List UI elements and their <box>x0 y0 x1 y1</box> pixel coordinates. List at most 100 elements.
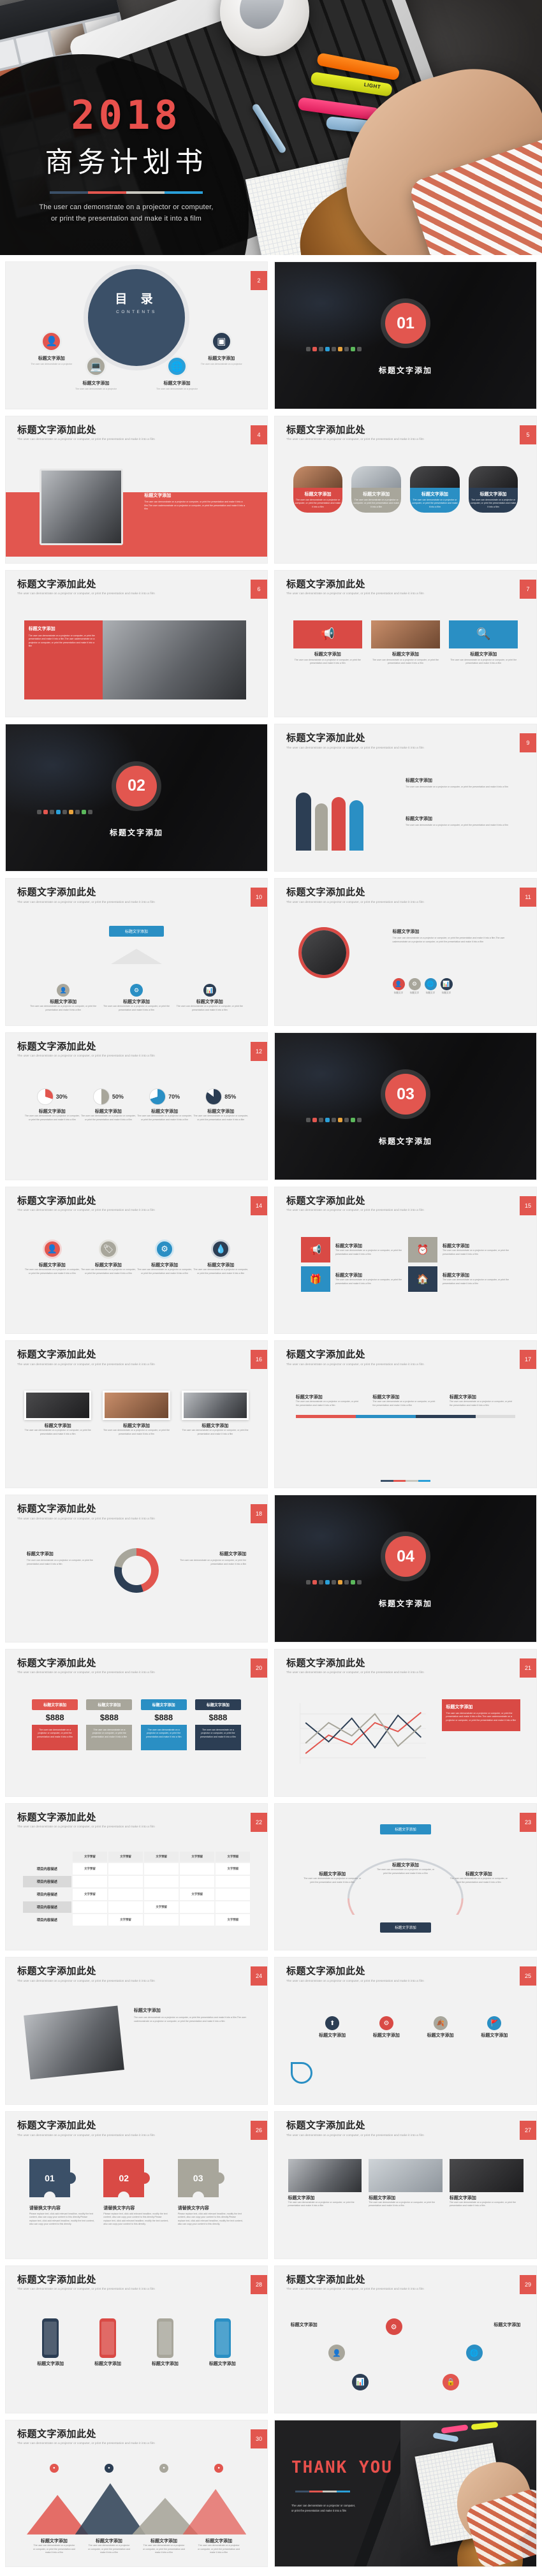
slide-four-circle-icons[interactable]: 14 标题文字添加此处 The user can demonstrate on … <box>5 1186 268 1335</box>
pricing-plan-4[interactable]: 标题文字添加 $888 The user can demonstrate on … <box>194 1699 242 1750</box>
phone-item-1[interactable]: 标题文字添加 <box>37 2318 64 2367</box>
contents-item-2[interactable]: ▣ 标题文字添加 The user can demonstrate on a p… <box>196 330 246 366</box>
arrow-item-2[interactable]: ⚙ 标题文字添加 The user can demonstrate on a p… <box>100 984 173 1012</box>
circle-icon-item-3[interactable]: ⚙ 标题文字添加 The user can demonstrate on a p… <box>136 1240 193 1275</box>
table-cell: 文字预留 <box>180 1889 215 1901</box>
puzzle-item-2[interactable]: 02 请替换文字内容 Please replace text, click ad… <box>103 2158 169 2227</box>
icon-chip-1[interactable]: 👤 标题文字 <box>392 978 405 995</box>
tag-item-1[interactable]: 标题文字添加 The user can demonstrate on a pro… <box>293 465 343 513</box>
slide-page-badge: 22 <box>251 1812 267 1832</box>
plan-price: $888 <box>209 1712 228 1722</box>
table-cell <box>144 1889 179 1901</box>
contents-item-3[interactable]: 💻 标题文字添加 The user can demonstrate on a p… <box>71 356 121 391</box>
lock-icon: 🔒 <box>442 2373 459 2390</box>
slide-thank-you[interactable]: THANK YOU The user can demonstrate on a … <box>274 2419 537 2568</box>
arrow-item-1[interactable]: 👤 标题文字添加 The user can demonstrate on a p… <box>27 984 100 1012</box>
slide-progress-bars[interactable]: 17 标题文字添加此处 The user can demonstrate on … <box>274 1340 537 1488</box>
slide-four-tags[interactable]: 5 标题文字添加此处 The user can demonstrate on a… <box>274 415 537 564</box>
cycle-item-left[interactable]: 标题文字添加 The user can demonstrate on a pro… <box>304 1871 361 1884</box>
slide-contents[interactable]: 2 目 录 CONTENTS 👤 标题文字添加 The user can dem… <box>5 261 268 409</box>
photo-col-3[interactable]: 标题文字添加 The user can demonstrate on a pro… <box>449 2158 524 2208</box>
cycle-item-center[interactable]: 标题文字添加 The user can demonstrate on a pro… <box>377 1862 434 1875</box>
section-caption: 标题文字添加 <box>378 1136 432 1146</box>
puzzle-item-3[interactable]: 03 请替换文字内容 Please replace text, click ad… <box>177 2158 244 2227</box>
phone-item-4[interactable]: 标题文字添加 <box>209 2318 236 2367</box>
gear-icon: ⚙ <box>129 984 143 997</box>
phone-item-3[interactable]: 标题文字添加 <box>152 2318 179 2367</box>
slide-people[interactable]: 9 标题文字添加此处 The user can demonstrate on a… <box>274 724 537 872</box>
slide-photo-trio[interactable]: 16 标题文字添加此处 The user can demonstrate on … <box>5 1340 268 1488</box>
section-caption: 标题文字添加 <box>378 1599 432 1608</box>
slide-circle-icons-5[interactable]: 29 标题文字添加此处 The user can demonstrate on … <box>274 2265 537 2413</box>
arrow-item-3[interactable]: 📊 标题文字添加 The user can demonstrate on a p… <box>173 984 246 1012</box>
contents-item-4[interactable]: 🌐 标题文字添加 The user can demonstrate on a p… <box>152 356 202 391</box>
slide-percent[interactable]: 12 标题文字添加此处 The user can demonstrate on … <box>5 1032 268 1180</box>
pricing-plan-2[interactable]: 标题文字添加 $888 The user can demonstrate on … <box>86 1699 133 1750</box>
tree-node-2[interactable]: ⚙ 标题文字添加 <box>365 2016 407 2038</box>
tree-node-3[interactable]: 🍂 标题文字添加 <box>420 2016 462 2038</box>
slide-devices-text[interactable]: 24 标题文字添加此处 The user can demonstrate on … <box>5 1957 268 2105</box>
photo-item-1[interactable]: 📢 标题文字添加 The user can demonstrate on a p… <box>293 620 362 666</box>
pricing-plan-1[interactable]: 标题文字添加 $888 The user can demonstrate on … <box>32 1699 78 1750</box>
slide-section-04[interactable]: 04 标题文字添加 <box>274 1495 537 1643</box>
icon-chip-4[interactable]: 📊 标题文字 <box>440 978 453 995</box>
section-number: 04 <box>385 1536 426 1577</box>
tag-item-2[interactable]: 标题文字添加 The user can demonstrate on a pro… <box>351 465 401 513</box>
tag-item-4[interactable]: 标题文字添加 The user can demonstrate on a pro… <box>468 465 518 513</box>
col-header: 文字预留 <box>72 1852 107 1862</box>
photo-trio-2[interactable]: 标题文字添加 The user can demonstrate on a pro… <box>103 1391 170 1436</box>
percent-value: 30% <box>55 1094 68 1101</box>
photo-item-2[interactable]: 标题文字添加 The user can demonstrate on a pro… <box>370 620 441 666</box>
slide-mountains[interactable]: 30 标题文字添加此处 The user can demonstrate on … <box>5 2419 268 2568</box>
cycle-item-right[interactable]: 标题文字添加 The user can demonstrate on a pro… <box>450 1871 508 1884</box>
photo-col-2[interactable]: 标题文字添加 The user can demonstrate on a pro… <box>369 2158 443 2208</box>
slide-section-03[interactable]: 03 标题文字添加 <box>274 1032 537 1180</box>
slide-section-01[interactable]: 01 标题文字添加 <box>274 261 537 409</box>
slide-cycle[interactable]: 23 标题文字添加 标题文字添加 The user can demonstrat… <box>274 1803 537 1951</box>
tree-node-4[interactable]: 🚩 标题文字添加 <box>474 2016 516 2038</box>
circle-icon-item-2[interactable]: 🏷 标题文字添加 The user can demonstrate on a p… <box>80 1240 136 1275</box>
slide-photo-red-box[interactable]: 6 标题文字添加此处 The user can demonstrate on a… <box>5 569 268 718</box>
pie-30 <box>36 1088 54 1106</box>
phone-item-2[interactable]: 标题文字添加 <box>94 2318 121 2367</box>
circle-icon-item-4[interactable]: 💧 标题文字添加 The user can demonstrate on a p… <box>193 1240 249 1275</box>
icon-chip-2[interactable]: ⚙ 标题文字 <box>408 978 421 995</box>
slide-arrow-up[interactable]: 10 标题文字添加此处 The user can demonstrate on … <box>5 878 268 1026</box>
megaphone-icon: 📢 <box>301 1236 330 1262</box>
slide-page-badge: 18 <box>251 1504 267 1523</box>
puzzle-row: 01 请替换文字内容 Please replace text, click ad… <box>29 2158 244 2227</box>
photo-item-3[interactable]: 🔍 标题文字添加 The user can demonstrate on a p… <box>449 620 518 666</box>
puzzle-item-1[interactable]: 01 请替换文字内容 Please replace text, click ad… <box>29 2158 95 2227</box>
slide-pricing[interactable]: 20 标题文字添加此处 The user can demonstrate on … <box>5 1648 268 1797</box>
slide-line-chart[interactable]: 21 标题文字添加此处 The user can demonstrate on … <box>274 1648 537 1797</box>
donut-text-right: 标题文字添加 The user can demonstrate on a pro… <box>180 1552 247 1565</box>
slide-laptop-red[interactable]: 4 标题文字添加此处 The user can demonstrate on a… <box>5 415 268 564</box>
cycle-top-label: 标题文字添加 <box>380 1824 431 1834</box>
slide-photo-three-col[interactable]: 27 标题文字添加此处 The user can demonstrate on … <box>274 2111 537 2259</box>
contents-item-1[interactable]: 👤 标题文字添加 The user can demonstrate on a p… <box>27 330 77 366</box>
tag-item-3[interactable]: 标题文字添加 The user can demonstrate on a pro… <box>410 465 460 513</box>
plan-price: $888 <box>154 1712 173 1722</box>
slide-title: 标题文字添加此处 <box>17 1349 97 1361</box>
photo-trio-1[interactable]: 标题文字添加 The user can demonstrate on a pro… <box>24 1391 92 1436</box>
photo-col-1[interactable]: 标题文字添加 The user can demonstrate on a pro… <box>288 2158 362 2208</box>
slide-section-02[interactable]: 02 标题文字添加 <box>5 724 268 872</box>
slide-phones[interactable]: 28 标题文字添加此处 The user can demonstrate on … <box>5 2265 268 2413</box>
circle-icon-item-1[interactable]: 👤 标题文字添加 The user can demonstrate on a p… <box>24 1240 80 1275</box>
slide-icon-squares[interactable]: 15 标题文字添加此处 The user can demonstrate on … <box>274 1186 537 1335</box>
plan-body: The user can demonstrate on a projector … <box>140 1724 187 1750</box>
slide-puzzle[interactable]: 26 标题文字添加此处 The user can demonstrate on … <box>5 2111 268 2259</box>
slide-table[interactable]: 22 标题文字添加此处 The user can demonstrate on … <box>5 1803 268 1951</box>
cover-slide[interactable]: LIGHT 2018 商务计划书 The user can demonstrat… <box>0 0 542 255</box>
slide-circle-photo[interactable]: 11 标题文字添加此处 The user can demonstrate on … <box>274 878 537 1026</box>
slide-tree[interactable]: 25 标题文字添加此处 The user can demonstrate on … <box>274 1957 537 2105</box>
pricing-plan-3[interactable]: 标题文字添加 $888 The user can demonstrate on … <box>140 1699 187 1750</box>
photo-trio-3[interactable]: 标题文字添加 The user can demonstrate on a pro… <box>181 1391 249 1436</box>
tree-node-1[interactable]: ⬆ 标题文字添加 <box>311 2016 353 2038</box>
table-cell: 文字预留 <box>216 1914 251 1926</box>
slide-three-photo[interactable]: 7 标题文字添加此处 The user can demonstrate on a… <box>274 569 537 718</box>
table-cell <box>108 1901 143 1914</box>
icon-chip-3[interactable]: 🌐 标题文字 <box>424 978 437 995</box>
gear-icon: ⚙ <box>155 1240 175 1259</box>
slide-donut[interactable]: 18 标题文字添加此处 The user can demonstrate on … <box>5 1495 268 1643</box>
